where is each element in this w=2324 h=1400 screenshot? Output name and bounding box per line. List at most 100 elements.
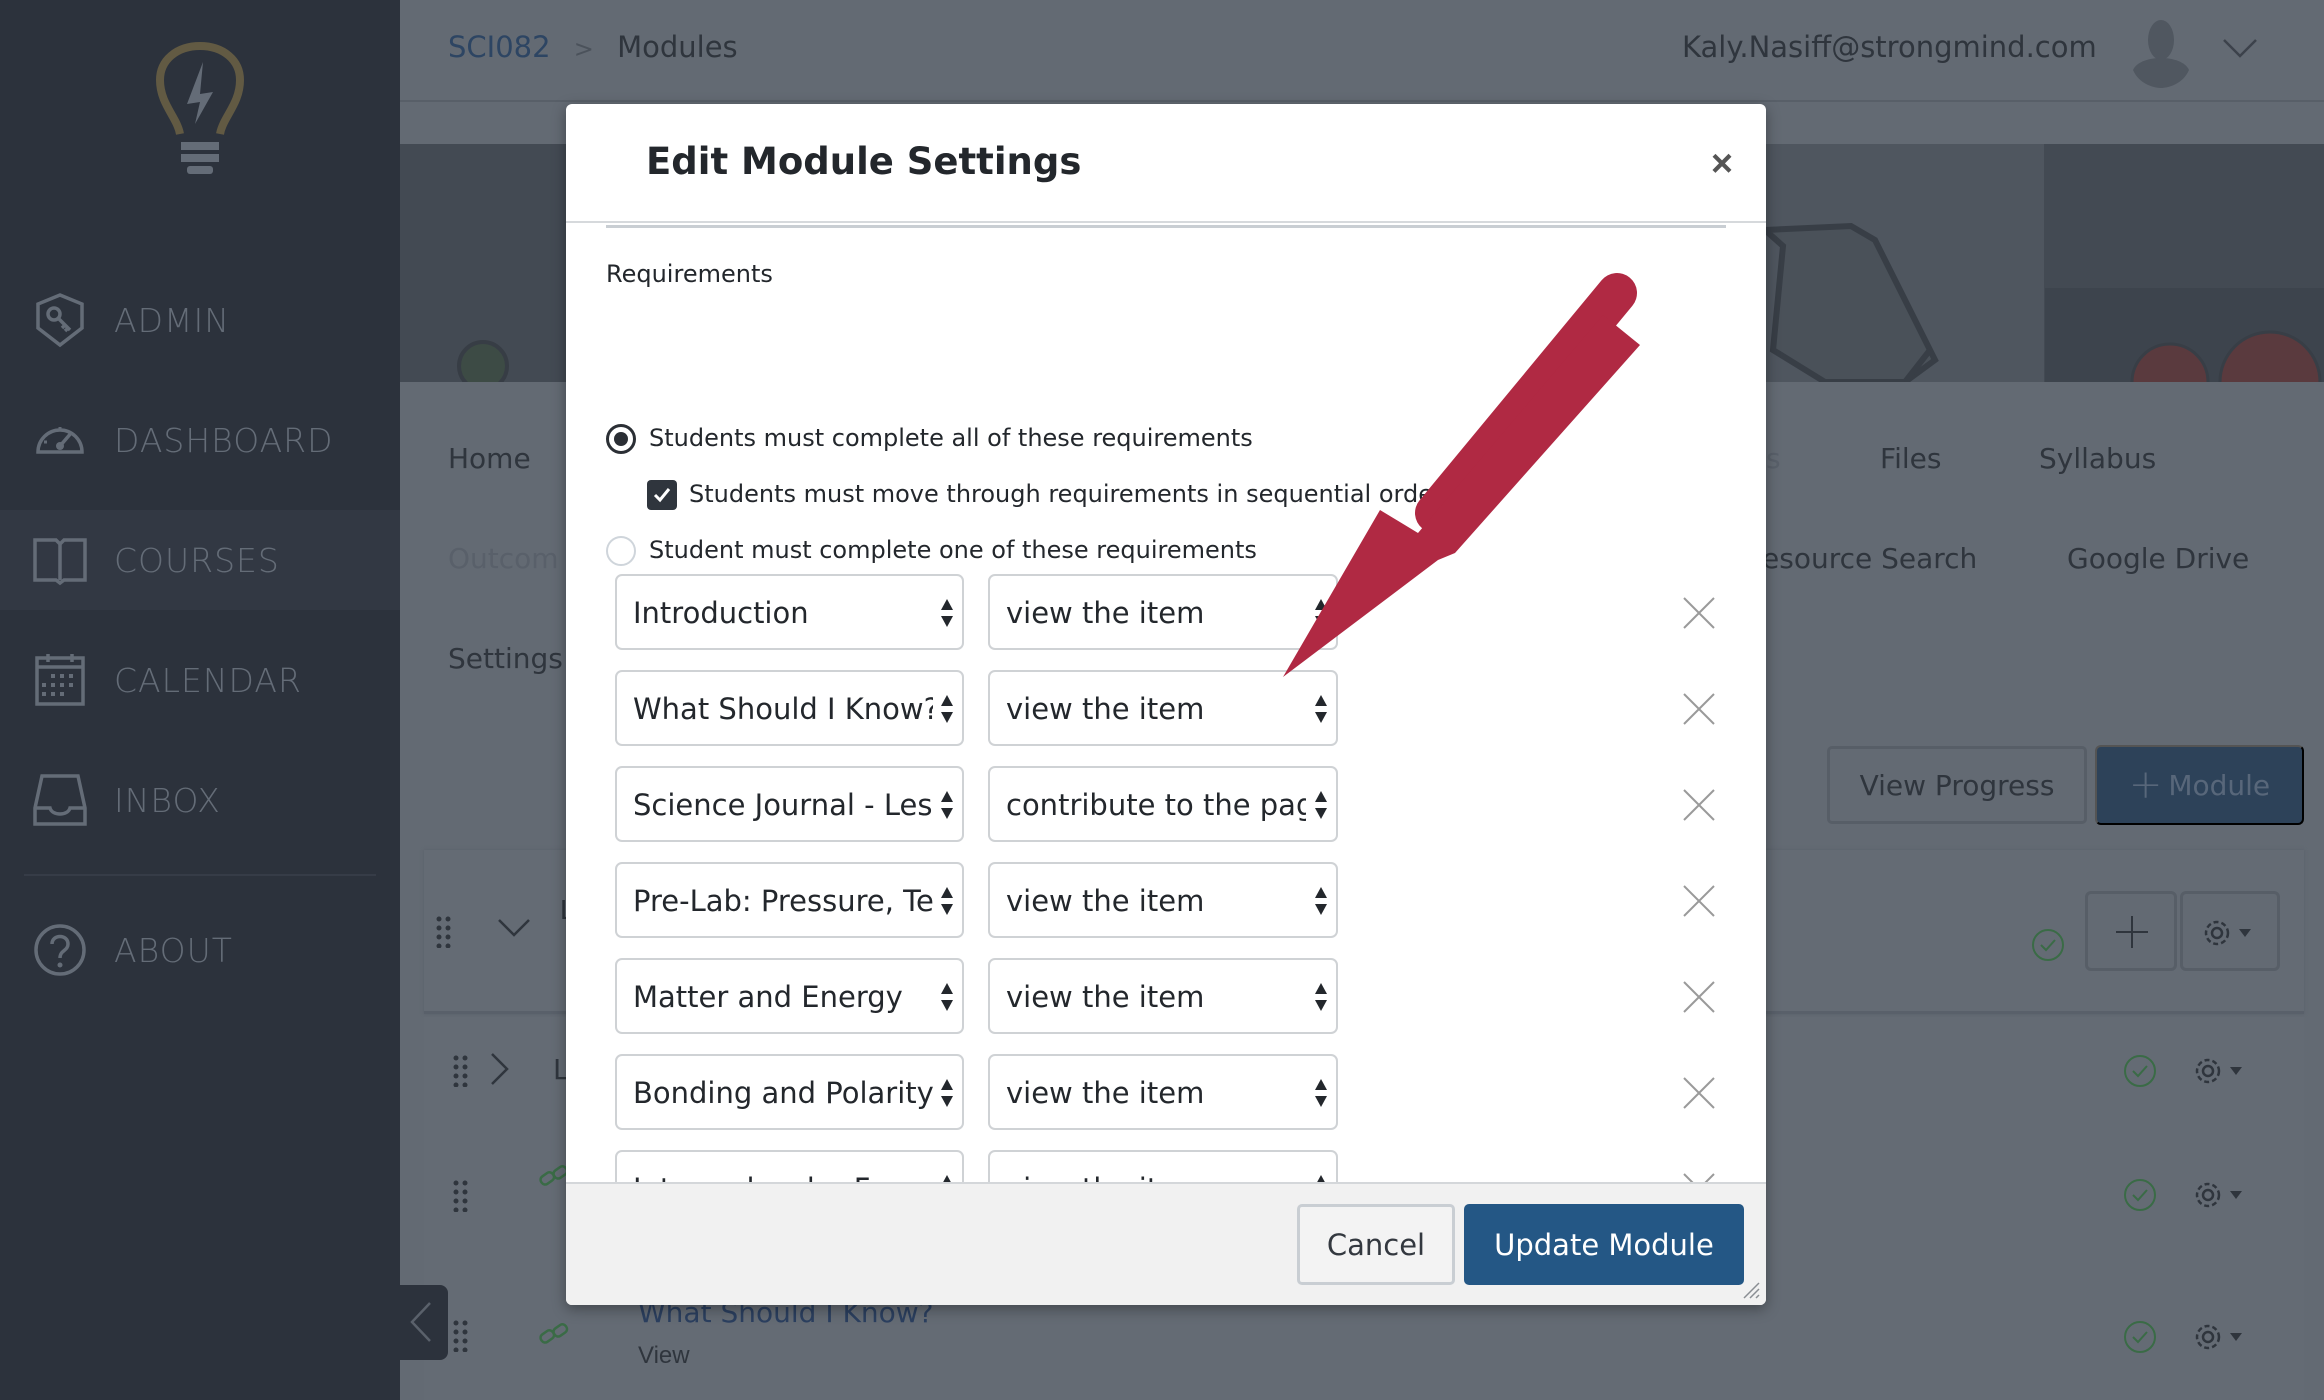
select-arrows-icon — [1314, 694, 1328, 724]
sidebar-item-about[interactable]: ABOUT — [0, 900, 400, 1000]
edit-module-settings-dialog: Edit Module Settings × Requirements Stud… — [566, 104, 1766, 1305]
gear-dropdown-icon — [2204, 920, 2251, 946]
sidebar-item-dashboard[interactable]: DASHBOARD — [0, 390, 400, 490]
sidebar-item-calendar[interactable]: CALENDAR — [0, 630, 400, 730]
remove-requirement-icon[interactable] — [1682, 1076, 1716, 1110]
requirement-item-select[interactable]: Science Journal - Lesson — [615, 766, 964, 842]
course-nav-resource-search[interactable]: esource Search — [1762, 542, 1977, 575]
radio-complete-all[interactable] — [606, 424, 636, 454]
speedometer-icon — [36, 427, 84, 454]
hero-image-panel — [2045, 144, 2324, 268]
select-arrows-icon — [940, 598, 954, 628]
requirement-action-select[interactable]: view the item — [988, 1150, 1338, 1186]
sequential-order-checkbox[interactable] — [647, 480, 677, 510]
requirement-action-select[interactable]: view the item — [988, 862, 1338, 938]
requirement-item-value: Introduction — [633, 596, 809, 630]
course-nav-settings[interactable]: Settings — [448, 642, 563, 675]
chevron-down-icon[interactable] — [2222, 36, 2258, 60]
modal-body[interactable]: Requirements Students must complete all … — [566, 228, 1766, 1186]
module-settings-button[interactable] — [2180, 891, 2280, 971]
book-icon — [33, 538, 87, 586]
drag-handle-icon[interactable] — [453, 1180, 469, 1212]
requirement-row: Bonding and Polarity view the item — [566, 1054, 1766, 1130]
course-nav-files[interactable]: Files — [1880, 442, 1941, 475]
sidebar-item-label: CALENDAR — [114, 660, 302, 700]
sequential-order-label[interactable]: Students must move through requirements … — [689, 480, 1443, 508]
remove-requirement-icon[interactable] — [1682, 692, 1716, 726]
requirement-item-select[interactable]: Introduction — [615, 574, 964, 650]
gear-dropdown-icon[interactable] — [2192, 1054, 2250, 1088]
modal-title: Edit Module Settings — [646, 140, 1082, 183]
requirement-item-select[interactable]: Bonding and Polarity — [615, 1054, 964, 1130]
course-nav-outcomes[interactable]: Outcom — [448, 542, 559, 575]
requirement-action-select[interactable]: contribute to the page — [988, 766, 1338, 842]
view-progress-button[interactable]: View Progress — [1827, 746, 2087, 824]
chevron-down-icon[interactable] — [497, 918, 531, 938]
course-nav-syllabus[interactable]: Syllabus — [2039, 442, 2156, 475]
requirement-action-value: view the item — [1006, 884, 1205, 918]
resize-handle-icon[interactable] — [1738, 1277, 1760, 1299]
requirement-action-value: view the item — [1006, 596, 1205, 630]
requirement-action-select[interactable]: view the item — [988, 574, 1338, 650]
requirement-item-select[interactable]: Matter and Energy — [615, 958, 964, 1034]
requirement-item-value: Bonding and Polarity — [633, 1076, 933, 1110]
requirement-row: Science Journal - Lesson contribute to th… — [566, 766, 1766, 842]
update-module-button[interactable]: Update Module — [1464, 1204, 1744, 1285]
requirement-action-select[interactable]: view the item — [988, 1054, 1338, 1130]
modal-header: Edit Module Settings × — [566, 104, 1766, 223]
requirement-action-value: view the item — [1006, 692, 1205, 726]
chevron-right-icon[interactable] — [490, 1052, 510, 1086]
remove-requirement-icon[interactable] — [1682, 596, 1716, 630]
user-email[interactable]: Kaly.Nasiff@strongmind.com — [1682, 30, 2097, 64]
radio-complete-one[interactable] — [606, 536, 636, 566]
remove-requirement-icon[interactable] — [1682, 884, 1716, 918]
drag-handle-icon[interactable] — [436, 916, 452, 948]
sidebar-item-courses[interactable]: COURSES — [0, 510, 400, 610]
remove-requirement-icon[interactable] — [1682, 980, 1716, 1014]
drag-handle-icon[interactable] — [453, 1320, 469, 1352]
sidebar-divider — [24, 874, 376, 876]
link-icon — [539, 1323, 569, 1344]
collapse-sidebar-button[interactable] — [400, 1285, 448, 1360]
lightbulb-logo-icon[interactable] — [155, 42, 245, 182]
gear-dropdown-icon[interactable] — [2192, 1320, 2250, 1354]
chevron-left-icon — [410, 1302, 431, 1342]
course-nav-google-drive[interactable]: Google Drive — [2067, 542, 2249, 575]
requirement-item-value: Matter and Energy — [633, 980, 903, 1014]
add-module-button[interactable]: + Module — [2095, 745, 2304, 825]
breadcrumb-course-link[interactable]: SCI082 — [448, 30, 551, 64]
radio-complete-all-label[interactable]: Students must complete all of these requ… — [649, 424, 1253, 452]
sidebar-item-label: ABOUT — [114, 930, 233, 970]
breadcrumb-separator: > — [573, 35, 594, 63]
requirement-row: What Should I Know? view the item — [566, 670, 1766, 746]
requirement-row: Intermolecular Forces view the item — [566, 1150, 1766, 1186]
avatar-icon[interactable] — [2128, 18, 2194, 88]
calendar-icon — [35, 654, 85, 706]
drag-handle-icon[interactable] — [453, 1055, 469, 1087]
requirement-action-select[interactable]: view the item — [988, 958, 1338, 1034]
sidebar: ADMIN DASHBOARD COURSES CALENDAR INBOX A… — [0, 0, 400, 1400]
sidebar-item-label: INBOX — [114, 780, 221, 820]
requirement-item-select[interactable]: Pre-Lab: Pressure, Temperature — [615, 862, 964, 938]
select-arrows-icon — [940, 694, 954, 724]
sidebar-item-inbox[interactable]: INBOX — [0, 750, 400, 850]
breadcrumb-current: Modules — [617, 30, 738, 64]
polyhedron-illustration — [1765, 222, 1939, 382]
select-arrows-icon — [940, 886, 954, 916]
cancel-button[interactable]: Cancel — [1297, 1204, 1455, 1285]
sidebar-item-admin[interactable]: ADMIN — [0, 270, 400, 370]
requirement-item-select[interactable]: What Should I Know? — [615, 670, 964, 746]
course-nav-home[interactable]: Home — [448, 442, 531, 475]
radio-complete-one-label[interactable]: Student must complete one of these requi… — [649, 536, 1257, 564]
course-nav-partial[interactable]: s — [1766, 442, 1781, 475]
remove-requirement-icon[interactable] — [1682, 788, 1716, 822]
requirement-action-select[interactable]: view the item — [988, 670, 1338, 746]
requirement-row: Pre-Lab: Pressure, Temperature view the i… — [566, 862, 1766, 938]
gear-dropdown-icon[interactable] — [2192, 1178, 2250, 1212]
close-icon[interactable]: × — [1706, 145, 1738, 183]
add-item-button[interactable] — [2085, 891, 2177, 971]
sidebar-item-label: COURSES — [114, 540, 280, 580]
plus-icon: + — [2128, 762, 2163, 808]
requirement-item-select[interactable]: Intermolecular Forces — [615, 1150, 964, 1186]
requirement-action-value: view the item — [1006, 980, 1205, 1014]
